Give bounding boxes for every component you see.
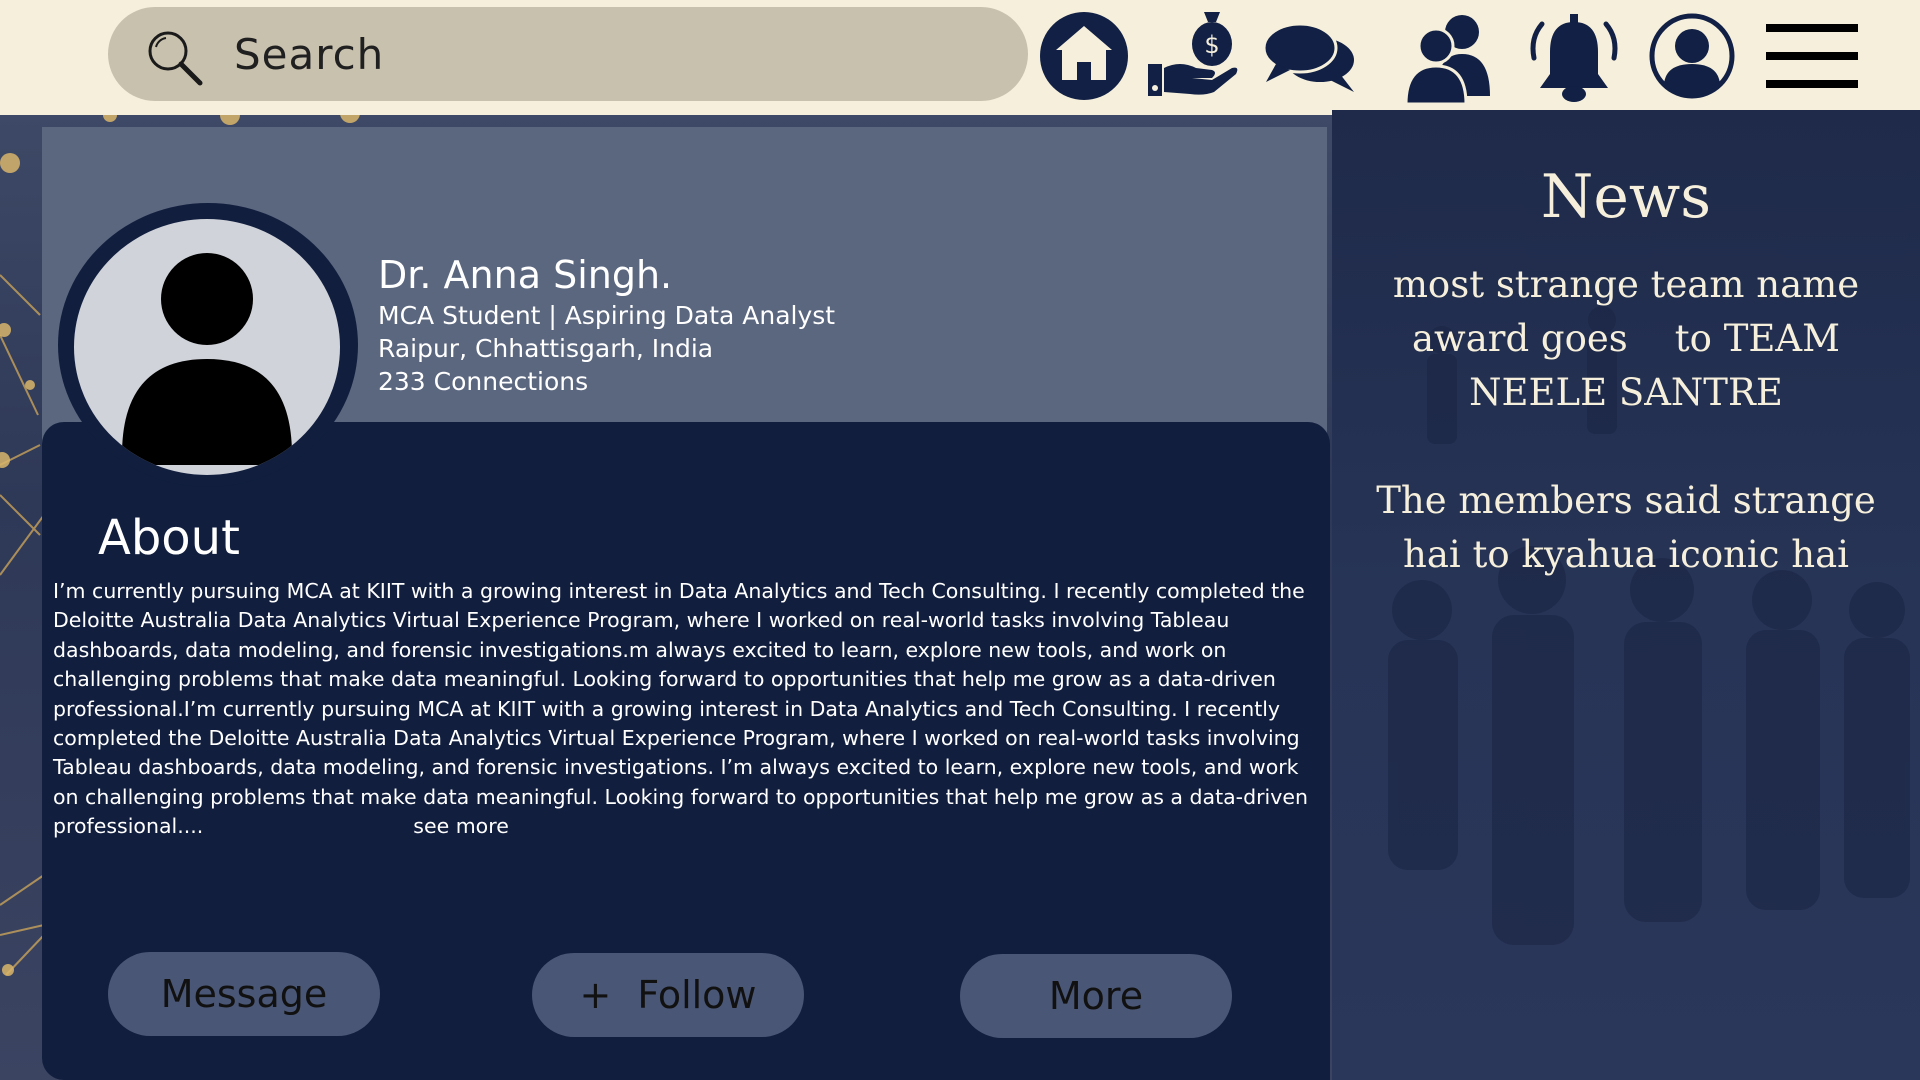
crowd-silhouette-background xyxy=(1388,306,1910,945)
avatar[interactable] xyxy=(58,203,358,487)
home-icon[interactable] xyxy=(1036,8,1132,104)
news-item[interactable]: The members said strange hai to kyahua i… xyxy=(1352,474,1900,582)
news-title: News xyxy=(1540,162,1712,232)
follow-button-label: Follow xyxy=(637,973,757,1017)
search-input[interactable] xyxy=(234,21,994,87)
about-body: I’m currently pursuing MCA at KIIT with … xyxy=(53,579,1308,839)
people-icon[interactable] xyxy=(1398,8,1494,106)
profile-icon[interactable] xyxy=(1644,8,1740,104)
follow-button[interactable]: + Follow xyxy=(532,953,804,1037)
about-heading: About xyxy=(98,510,240,566)
message-button[interactable]: Message xyxy=(108,952,380,1036)
news-panel: News most strange team name award goes t… xyxy=(1332,110,1920,1080)
news-item[interactable]: most strange team name award goes to TEA… xyxy=(1352,258,1900,420)
profile-headline: MCA Student | Aspiring Data Analyst xyxy=(378,301,836,330)
more-button[interactable]: More xyxy=(960,954,1232,1038)
profile-name: Dr. Anna Singh. xyxy=(378,253,673,297)
search-bar[interactable] xyxy=(108,7,1028,101)
avatar-placeholder xyxy=(74,219,340,475)
message-button-label: Message xyxy=(160,972,328,1016)
search-icon[interactable] xyxy=(144,27,206,89)
profile-connections[interactable]: 233 Connections xyxy=(378,367,588,396)
plus-icon: + xyxy=(579,973,612,1017)
profile-location: Raipur, Chhattisgarh, India xyxy=(378,334,714,363)
money-hand-icon[interactable]: $ xyxy=(1146,8,1242,104)
see-more-link[interactable]: see more xyxy=(413,814,509,838)
about-text: I’m currently pursuing MCA at KIIT with … xyxy=(53,577,1323,842)
top-navigation-bar: $ xyxy=(0,0,1920,115)
menu-icon[interactable] xyxy=(1764,8,1860,104)
bell-icon[interactable] xyxy=(1526,8,1622,104)
more-button-label: More xyxy=(1048,974,1144,1018)
chat-icon[interactable] xyxy=(1262,8,1358,104)
svg-text:$: $ xyxy=(1204,31,1219,59)
